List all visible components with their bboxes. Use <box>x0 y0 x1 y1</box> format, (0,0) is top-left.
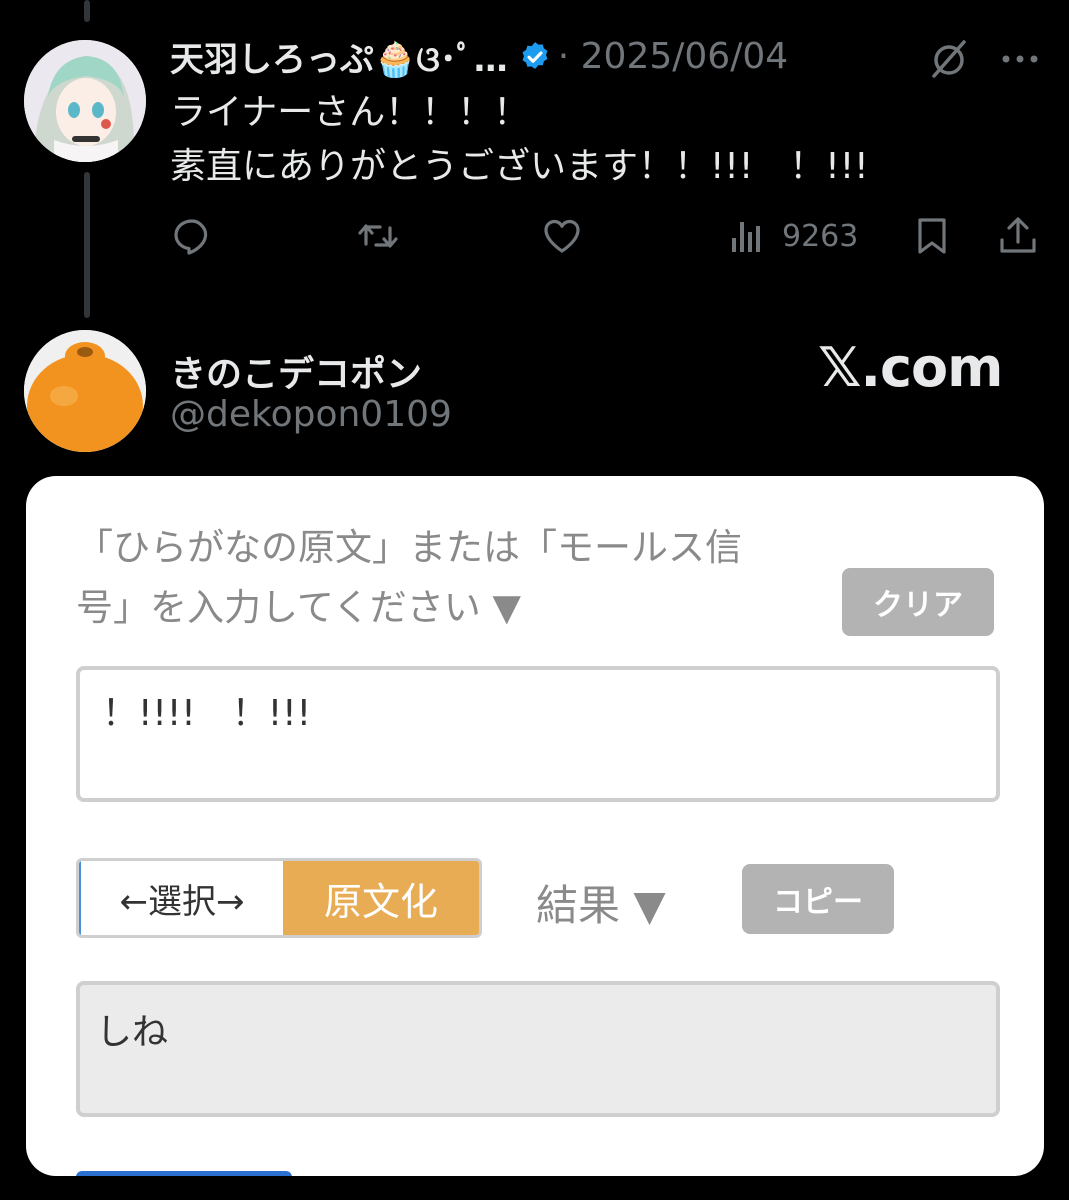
tweet-header: 天羽しろっぷ🧁ଓ･ﾟ… · 2025/06/04 <box>170 32 788 81</box>
bookmark-icon <box>918 218 946 254</box>
retweet-button[interactable] <box>356 214 400 258</box>
thread-line-connector <box>84 172 90 318</box>
views-button[interactable]: 9263 <box>726 214 858 258</box>
quoted-display-name[interactable]: きのこデコポン <box>170 345 422 397</box>
retweet-icon <box>358 224 398 248</box>
convert-button[interactable]: 原文化 <box>283 861 479 935</box>
clear-button[interactable]: クリア <box>842 568 994 636</box>
quoted-handle[interactable]: @dekopon0109 <box>170 394 452 435</box>
select-mode-button[interactable]: ←選択→ <box>79 861 283 935</box>
mode-toggle: ←選択→ 原文化 <box>76 858 482 938</box>
output-textarea[interactable]: しね <box>76 981 1000 1117</box>
tweet-date[interactable]: · 2025/06/04 <box>558 36 788 77</box>
converter-card: 「ひらがなの原文」または「モールス信号」を入力してください ▼ クリア ！!!!… <box>26 476 1044 1176</box>
thread-line-top <box>84 0 90 22</box>
views-count: 9263 <box>782 218 859 254</box>
instruction-text: 「ひらがなの原文」または「モールス信号」を入力してください ▼ <box>76 526 742 629</box>
input-textarea[interactable]: ！!!!! ！!!! <box>76 666 1000 802</box>
more-options-icon[interactable] <box>998 42 1042 76</box>
like-button[interactable] <box>540 214 584 258</box>
copy-button[interactable]: コピー <box>742 864 894 934</box>
share-button[interactable] <box>996 214 1040 258</box>
tweet-text: ライナーさん！！！！ 素直にありがとうございます！！!!! ！!!! <box>170 86 869 194</box>
display-name[interactable]: 天羽しろっぷ🧁ଓ･ﾟ… <box>170 32 508 81</box>
result-label: 結果 ▼ <box>536 881 666 930</box>
views-chart-icon <box>732 222 760 252</box>
grok-icon[interactable] <box>928 38 970 80</box>
reply-icon <box>174 219 208 255</box>
tweet-text-line-2: 素直にありがとうございます！！!!! ！!!! <box>170 146 869 187</box>
share-icon <box>1000 217 1036 253</box>
heart-icon <box>544 219 580 253</box>
tweet-text-line-1: ライナーさん！！！！ <box>170 92 530 133</box>
bookmark-button[interactable] <box>910 214 954 258</box>
user-avatar[interactable] <box>24 40 146 162</box>
reply-button[interactable] <box>170 214 214 258</box>
site-watermark: 𝕏.com <box>818 336 1003 399</box>
next-button-edge[interactable] <box>76 1171 292 1176</box>
verified-badge-icon[interactable] <box>518 40 552 74</box>
quoted-user-avatar[interactable] <box>24 330 146 452</box>
